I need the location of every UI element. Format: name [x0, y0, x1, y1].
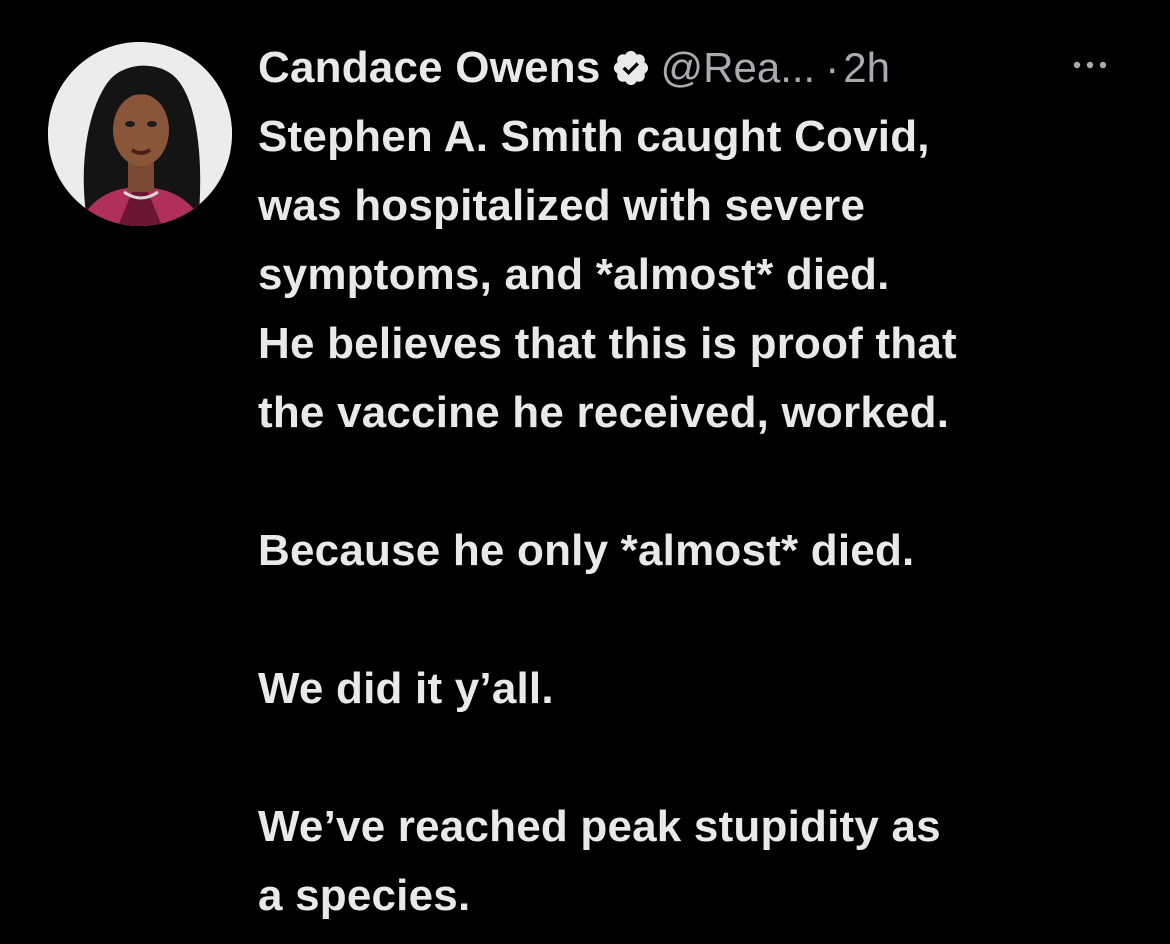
text-line: the vaccine he received, worked. [258, 388, 950, 437]
text-line: a species. [258, 871, 471, 920]
handle[interactable]: @Rea... [661, 44, 816, 92]
text-line: Because he only *almost* died. [258, 526, 915, 575]
text-line: was hospitalized with severe [258, 181, 866, 230]
profile-photo [48, 42, 232, 226]
tweet-header: Candace Owens @Rea... · 2h [258, 38, 1138, 98]
text-line: symptoms, and *almost* died. [258, 250, 890, 299]
text-line: We did it y’all. [258, 664, 554, 713]
tweet[interactable]: Candace Owens @Rea... · 2h Stephen A. Sm… [0, 0, 1170, 944]
avatar[interactable] [48, 42, 232, 226]
verified-badge-icon [611, 48, 651, 88]
more-horizontal-icon[interactable] [1060, 40, 1120, 90]
display-name[interactable]: Candace Owens [258, 43, 601, 93]
text-line: We’ve reached peak stupidity as [258, 802, 941, 851]
tweet-text: Stephen A. Smith caught Covid, was hospi… [258, 102, 1158, 930]
paragraph-2: Because he only *almost* died. [258, 516, 1158, 585]
paragraph-3: We did it y’all. [258, 654, 1158, 723]
timestamp[interactable]: 2h [843, 44, 890, 92]
paragraph-4: We’ve reached peak stupidity as a specie… [258, 792, 1158, 930]
text-line: Stephen A. Smith caught Covid, [258, 112, 930, 161]
paragraph-1: Stephen A. Smith caught Covid, was hospi… [258, 102, 1158, 447]
separator-dot: · [825, 44, 840, 91]
text-line: He believes that this is proof that [258, 319, 957, 368]
